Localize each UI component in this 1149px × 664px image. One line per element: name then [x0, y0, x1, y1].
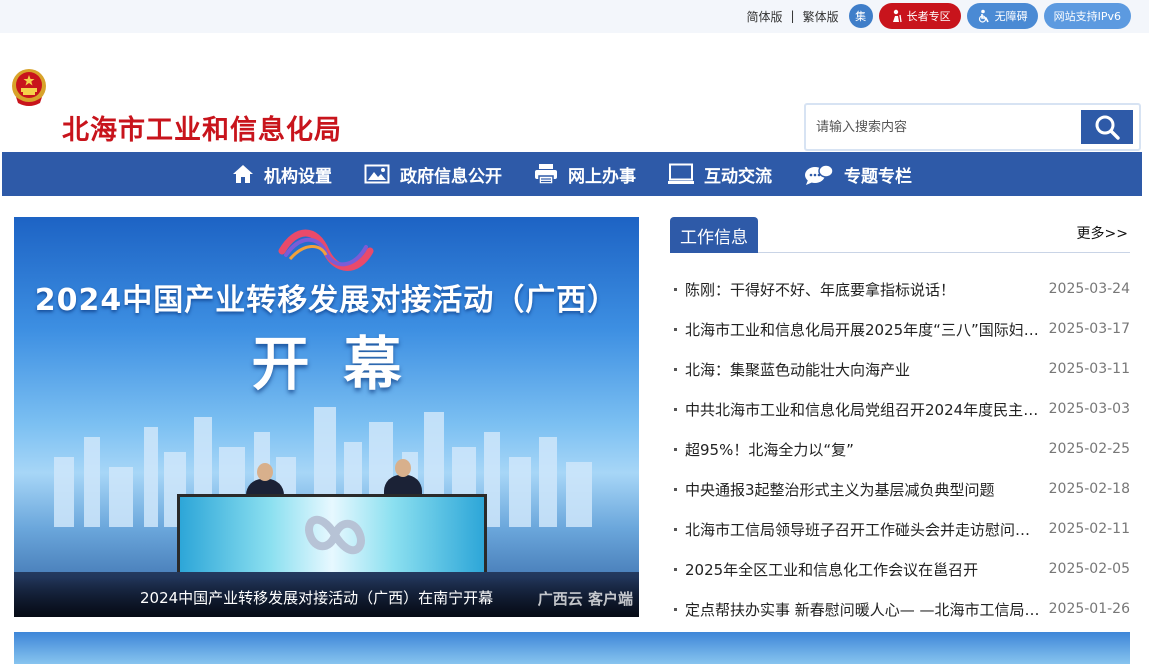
news-title[interactable]: 北海：集聚蓝色动能壮大向海产业 [685, 359, 1041, 380]
work-info-panel: 工作信息 更多>> 陈刚：干得好不好、年底要拿指标说话！ 2025-03-24 北… [670, 217, 1130, 629]
home-icon [233, 165, 253, 183]
news-date: 2025-02-25 [1048, 441, 1130, 457]
nav-item-label: 专题专栏 [844, 166, 912, 187]
news-date: 2025-03-03 [1048, 401, 1130, 417]
bullet-icon [674, 407, 677, 411]
list-item[interactable]: 北海市工信局领导班子召开工作碰头会并走访慰问企业 2025-02-11 [670, 509, 1130, 549]
collection-icon[interactable]: 集 [848, 4, 873, 28]
accessibility-icon [978, 9, 989, 23]
utility-links: 简体版 | 繁体版 集 长者专区 无障碍 网站支持IPv6 [747, 3, 1131, 29]
banner-subhead: 开幕 [251, 330, 436, 398]
search-input[interactable] [816, 115, 1076, 139]
national-emblem-icon [12, 69, 46, 106]
list-item[interactable]: 定点帮扶办实事 新春慰问暖人心— —北海市工信局开展春节慰问活动 2025-01-… [670, 589, 1130, 629]
nav-item-label: 互动交流 [704, 166, 772, 187]
list-item[interactable]: 北海：集聚蓝色动能壮大向海产业 2025-03-11 [670, 349, 1130, 389]
elderly-icon [892, 9, 902, 23]
watermark: 广西云 客户端 [537, 590, 633, 608]
more-link[interactable]: 更多>> [1077, 223, 1128, 243]
banner-headline: 2024中国产业转移发展对接活动（广西） [34, 283, 619, 318]
nav-item-online-services[interactable]: 网上办事 [534, 162, 636, 187]
speaker-head [395, 459, 411, 477]
bullet-icon [674, 327, 677, 331]
bullet-icon [674, 447, 677, 451]
nav-item-label: 机构设置 [264, 166, 332, 187]
news-date: 2025-02-05 [1048, 561, 1130, 577]
bullet-icon [674, 367, 677, 371]
news-date: 2025-02-11 [1048, 521, 1130, 537]
infinity-logo-icon [305, 516, 365, 554]
top-utility-bar: 简体版 | 繁体版 集 长者专区 无障碍 网站支持IPv6 [0, 0, 1149, 33]
banner-caption[interactable]: 2024中国产业转移发展对接活动（广西）在南宁开幕 [140, 587, 493, 608]
list-item[interactable]: 陈刚：干得好不好、年底要拿指标说话！ 2025-03-24 [670, 269, 1130, 309]
list-item[interactable]: 中共北海市工业和信息化局党组召开2024年度民主生活会 2025-03-03 [670, 389, 1130, 429]
nav-item-gov-info[interactable]: 政府信息公开 [364, 162, 502, 187]
secondary-banner[interactable] [14, 632, 1130, 664]
site-title[interactable]: 北海市工业和信息化局 [62, 108, 342, 147]
bullet-icon [674, 567, 677, 571]
news-date: 2025-01-26 [1048, 601, 1130, 617]
nav-item-label: 政府信息公开 [400, 166, 502, 187]
bullet-icon [674, 527, 677, 531]
news-title[interactable]: 超95%！北海全力以“复” [685, 439, 1041, 460]
news-panel-header: 工作信息 更多>> [670, 217, 1130, 253]
news-title[interactable]: 中共北海市工业和信息化局党组召开2024年度民主生活会 [685, 399, 1041, 420]
list-item[interactable]: 超95%！北海全力以“复” 2025-02-25 [670, 429, 1130, 469]
news-date: 2025-03-11 [1048, 361, 1130, 377]
bullet-icon [674, 487, 677, 491]
elderly-mode-button[interactable]: 长者专区 [878, 3, 961, 29]
chat-icon [805, 164, 834, 185]
launch-stage-screen [177, 494, 487, 576]
news-title[interactable]: 定点帮扶办实事 新春慰问暖人心— —北海市工信局开展春节慰问活动 [685, 599, 1041, 620]
nav-item-special-topics[interactable]: 专题专栏 [804, 162, 912, 187]
news-title[interactable]: 陈刚：干得好不好、年底要拿指标说话！ [685, 279, 1041, 300]
news-title[interactable]: 北海市工业和信息化局开展2025年度“三八”国际妇女节活动 [685, 319, 1041, 340]
news-title[interactable]: 中央通报3起整治形式主义为基层减负典型问题 [685, 479, 1041, 500]
news-date: 2025-02-18 [1048, 481, 1130, 497]
list-item[interactable]: 2025年全区工业和信息化工作会议在邕召开 2025-02-05 [670, 549, 1130, 589]
search-icon [1095, 115, 1120, 140]
printer-icon [535, 164, 557, 185]
accessibility-button[interactable]: 无障碍 [966, 3, 1038, 29]
search-box [804, 103, 1141, 151]
list-item[interactable]: 中央通报3起整治形式主义为基层减负典型问题 2025-02-18 [670, 469, 1130, 509]
simplified-chinese-link[interactable]: 简体版 [747, 8, 783, 25]
accessibility-label: 无障碍 [994, 10, 1028, 23]
tab-work-info[interactable]: 工作信息 [670, 217, 758, 253]
main-navigation: 机构设置 政府信息公开 网上办事 互动交流 专题专栏 [2, 152, 1142, 196]
search-button[interactable] [1081, 110, 1133, 144]
bullet-icon [674, 607, 677, 611]
news-date: 2025-03-17 [1048, 321, 1130, 337]
bullet-icon [674, 287, 677, 291]
elderly-mode-label: 长者专区 [906, 10, 951, 23]
nav-item-organization[interactable]: 机构设置 [232, 162, 332, 187]
site-header: 北海市工业和信息化局 [0, 33, 1149, 152]
list-item[interactable]: 北海市工业和信息化局开展2025年度“三八”国际妇女节活动 2025-03-17 [670, 309, 1130, 349]
ipv6-badge: 网站支持IPv6 [1043, 3, 1131, 29]
traditional-chinese-link[interactable]: 繁体版 [803, 8, 839, 25]
speaker-head [257, 463, 273, 481]
news-list: 陈刚：干得好不好、年底要拿指标说话！ 2025-03-24 北海市工业和信息化局开… [670, 269, 1130, 629]
news-title[interactable]: 北海市工信局领导班子召开工作碰头会并走访慰问企业 [685, 519, 1041, 540]
nav-item-interaction[interactable]: 互动交流 [668, 162, 772, 187]
monitor-icon [668, 163, 694, 184]
picture-icon [364, 164, 390, 184]
event-logo-icon [278, 229, 374, 271]
news-date: 2025-03-24 [1048, 281, 1130, 297]
link-separator: | [790, 9, 795, 23]
nav-item-label: 网上办事 [568, 166, 636, 187]
news-title[interactable]: 2025年全区工业和信息化工作会议在邕召开 [685, 559, 1041, 580]
featured-news-banner[interactable]: 2024中国产业转移发展对接活动（广西） 开幕 2024中国产业转移发展对接活动… [14, 217, 639, 617]
